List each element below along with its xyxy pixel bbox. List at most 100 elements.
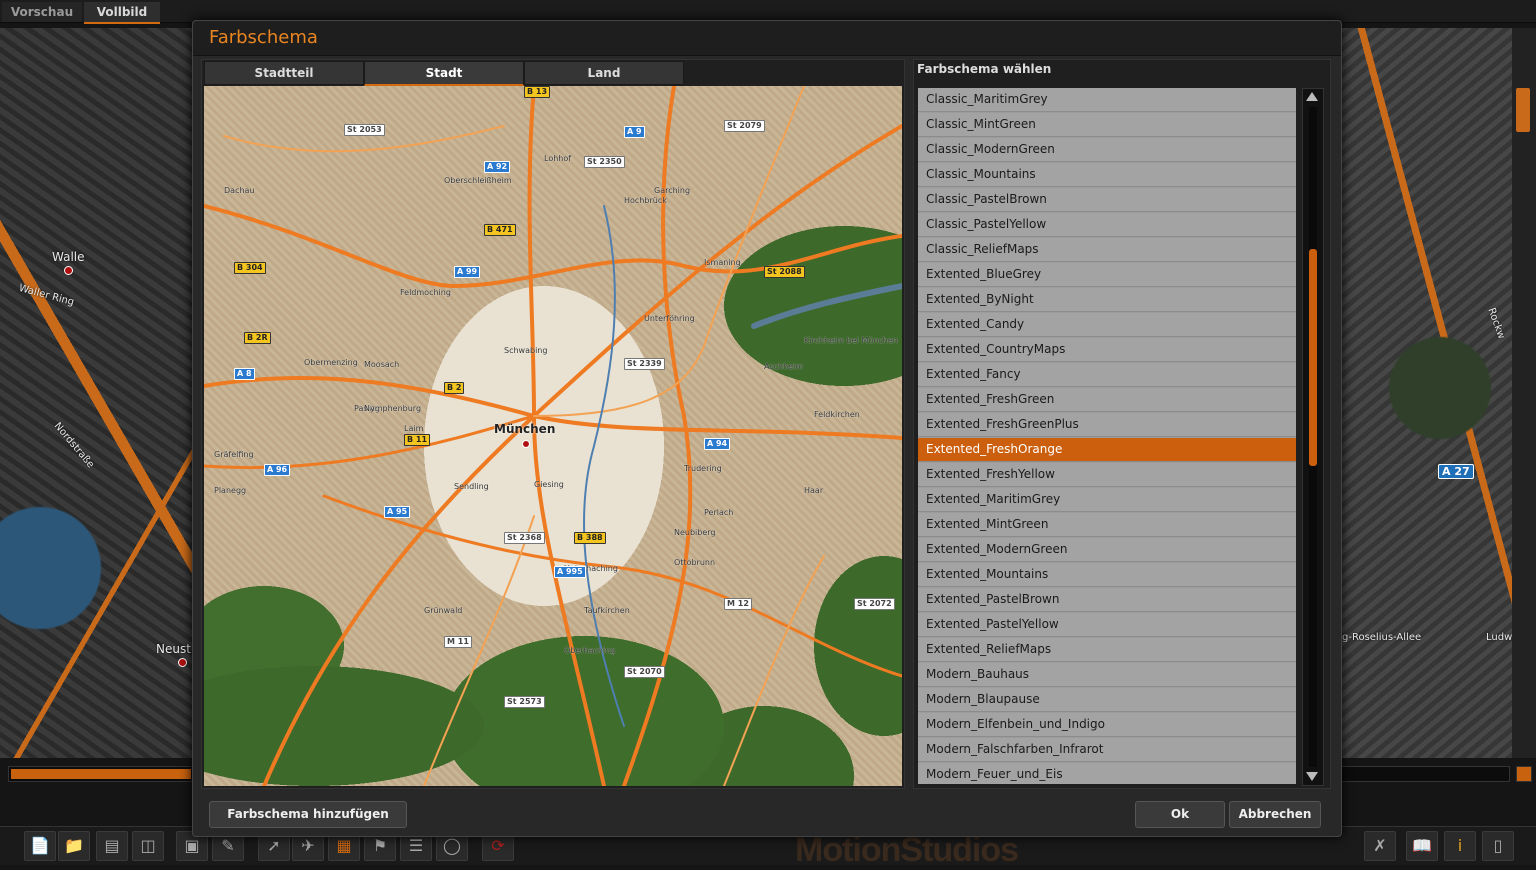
scheme-list-scrollbar[interactable] [1302,88,1324,786]
add-scheme-button[interactable]: Farbschema hinzufügen [209,801,407,828]
scheme-list-item[interactable]: Extented_PastelBrown [918,588,1296,612]
map-place-label: Oberhaching [564,646,616,655]
map-place-label: Garching [654,186,691,195]
manual-book-icon[interactable]: 📖 [1406,831,1438,861]
tab-stadt[interactable]: Stadt [364,61,524,86]
timeline-progress-fill [11,769,191,779]
scheme-list-item[interactable]: Classic_ModernGreen [918,138,1296,162]
right-side-panel [1512,28,1536,758]
timeline-end-marker[interactable] [1516,766,1532,782]
side-scroll-handle[interactable] [1516,88,1530,132]
map-preview: Dachau Oberschleißheim Garching Unterföhrin… [204,86,902,786]
scheme-list-item[interactable]: Extented_FreshGreenPlus [918,413,1296,437]
scheme-list-item[interactable]: Classic_MaritimGrey [918,88,1296,112]
city-marker [522,440,530,448]
road-shield: A 9 [624,126,645,138]
scheme-list-item[interactable]: Extented_CountryMaps [918,338,1296,362]
scheme-list-item[interactable]: Modern_Blaupause [918,688,1296,712]
map-place-label: Sendling [454,482,489,491]
city-marker [178,658,187,667]
exit-door-icon[interactable]: ▯ [1482,831,1514,861]
map-place-label: Giesing [534,480,564,489]
scheme-list-item[interactable]: Extented_Candy [918,313,1296,337]
map-place-label: Obermenzing [304,358,358,367]
road-shield: A 95 [384,506,411,518]
map-roads [204,86,902,786]
scheme-list-item[interactable]: Classic_Mountains [918,163,1296,187]
scheme-list-item[interactable]: Modern_Falschfarben_Infrarot [918,738,1296,762]
ok-button[interactable]: Ok [1135,801,1225,828]
road-shield: B 13 [524,86,551,98]
tab-stadtteil[interactable]: Stadtteil [204,61,364,85]
scheme-list[interactable]: Classic_MaritimGrey Classic_MintGreen Clas… [918,88,1296,784]
map-label: Neust [156,642,191,656]
tools-icon[interactable]: ✗ [1364,831,1396,861]
scheme-list-item[interactable]: Classic_ReliefMaps [918,238,1296,262]
road-shield: A 96 [264,464,291,476]
open-folder-icon[interactable]: 📁 [58,831,90,861]
scheme-list-item[interactable]: Extented_PastelYellow [918,613,1296,637]
scroll-thumb[interactable] [1309,248,1317,467]
tab-fullscreen[interactable]: Vollbild [84,2,160,24]
scheme-list-item[interactable]: Extented_Fancy [918,363,1296,387]
scheme-list-item[interactable]: Classic_PastelBrown [918,188,1296,212]
map-place-label: Oberschleißheim [444,176,512,185]
new-file-icon[interactable]: 📄 [24,831,56,861]
scheme-list-item[interactable]: Modern_Elfenbein_und_Indigo [918,713,1296,737]
map-place-label: Gräfelfing [214,450,254,459]
scroll-up-arrow-icon[interactable] [1306,92,1318,101]
scheme-list-item[interactable]: Modern_Bauhaus [918,663,1296,687]
map-place-label: Kirchheim bei München [804,336,898,345]
scheme-list-item[interactable]: Extented_MintGreen [918,513,1296,537]
road-shield: B 2R [244,332,271,344]
scheme-list-item[interactable]: Extented_ReliefMaps [918,638,1296,662]
scheme-list-item[interactable]: Extented_FreshYellow [918,463,1296,487]
scheme-list-item[interactable]: Extented_ModernGreen [918,538,1296,562]
map-place-label: Aschheim [764,362,804,371]
road-shield: St 2088 [764,266,805,278]
city-marker [64,266,73,275]
road-shield: M 11 [444,636,472,648]
info-icon[interactable]: i [1444,831,1476,861]
map-label: Rockw [1485,306,1507,341]
map-place-label: Nymphenburg [364,404,422,413]
map-label: Nordstraße [51,420,96,471]
map-label: g-Roselius-Allee [1342,632,1422,643]
scheme-list-header: Farbschema wählen [917,62,1052,76]
map-place-label: Taufkirchen [584,606,630,615]
road-shield: A 99 [454,266,481,278]
scheme-list-item[interactable]: Classic_MintGreen [918,113,1296,137]
dialog-titlebar: Farbschema [193,21,1341,56]
road-shield: M 12 [724,598,752,610]
road-shield: A 27 [1438,464,1474,479]
map-place-label: Lohhof [544,154,572,163]
scheme-list-item[interactable]: Modern_Feuer_und_Eis [918,763,1296,784]
scheme-list-item[interactable]: Extented_FreshGreen [918,388,1296,412]
map-place-label: Laim [404,424,424,433]
dialog-title: Farbschema [209,27,318,48]
save-as-icon[interactable]: ◫ [132,831,164,861]
scheme-list-item[interactable]: Extented_Mountains [918,563,1296,587]
scheme-list-item[interactable]: Extented_BlueGrey [918,263,1296,287]
cancel-button[interactable]: Abbrechen [1229,801,1321,828]
scheme-list-item[interactable]: Classic_PastelYellow [918,213,1296,237]
scheme-panel: Farbschema wählen Classic_MaritimGrey Cla… [913,59,1331,789]
tab-land[interactable]: Land [524,61,684,85]
tab-preview[interactable]: Vorschau [2,2,82,22]
scheme-list-item[interactable]: Extented_ByNight [918,288,1296,312]
scheme-list-item[interactable]: Extented_FreshOrange [918,438,1296,462]
road-shield: B 388 [574,532,606,544]
scroll-track[interactable] [1309,107,1317,767]
road-shield: St 2070 [624,666,665,678]
road-shield: B 2 [444,382,465,394]
map-place-label: Schwabing [504,346,548,355]
road-shield: A 8 [234,368,255,380]
map-label: Ludw [1486,632,1512,643]
scroll-down-arrow-icon[interactable] [1306,772,1318,781]
road-shield: St 2053 [344,124,385,136]
map-place-label: Feldmoching [400,288,451,297]
road-shield: St 2573 [504,696,545,708]
save-icon[interactable]: ▤ [96,831,128,861]
road-shield: St 2368 [504,532,545,544]
scheme-list-item[interactable]: Extented_MaritimGrey [918,488,1296,512]
